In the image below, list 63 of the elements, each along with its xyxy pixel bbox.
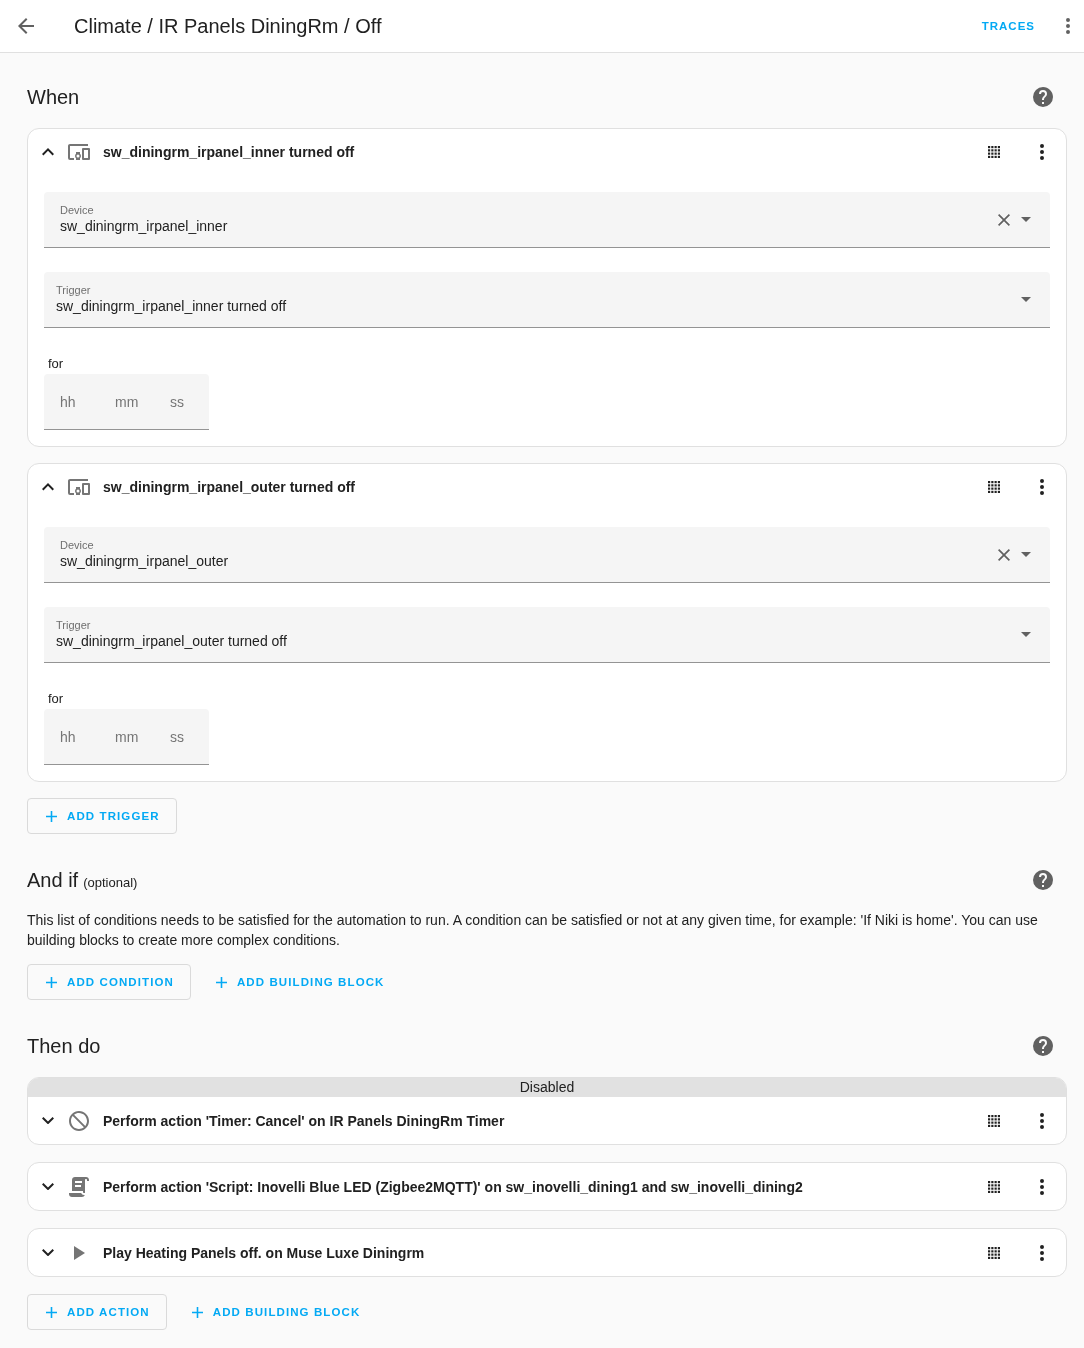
add-button[interactable]: ADD BUILDING BLOCK [196, 964, 402, 1000]
plus-icon [191, 1306, 203, 1318]
clear-icon[interactable] [998, 213, 1010, 226]
more-options-icon[interactable] [1040, 1244, 1044, 1261]
dropdown-caret-icon[interactable] [1021, 552, 1031, 557]
chevron-down-icon[interactable] [42, 1182, 54, 1191]
scroll-icon [69, 1176, 89, 1197]
minutes-field[interactable]: mm [115, 728, 153, 745]
add-button[interactable]: ADD ACTION [27, 1294, 167, 1330]
clear-icon[interactable] [998, 548, 1010, 561]
plus-icon [46, 976, 57, 988]
hours-field[interactable]: hh [60, 393, 98, 410]
seconds-field[interactable]: ss [170, 393, 208, 410]
seconds-field[interactable]: ss [170, 728, 208, 745]
drag-handle-icon[interactable] [988, 1180, 1000, 1193]
chevron-up-icon[interactable] [42, 483, 54, 491]
plus-icon [215, 976, 227, 988]
section-heading: When [27, 85, 80, 109]
device-field[interactable]: Device sw_diningrm_irpanel_inner [44, 192, 1050, 248]
device-field[interactable]: Device sw_diningrm_irpanel_outer [44, 527, 1050, 583]
trigger-select-field[interactable]: Trigger sw_diningrm_irpanel_outer turned off [44, 607, 1050, 663]
disabled-banner: Disabled [28, 1078, 1066, 1097]
section-heading: Then do [27, 1034, 101, 1058]
section-heading: And if [27, 868, 79, 892]
dropdown-caret-icon[interactable] [1021, 217, 1031, 222]
play-icon [73, 1245, 85, 1260]
hours-field[interactable]: hh [60, 728, 98, 745]
add-button[interactable]: ADD TRIGGER [27, 798, 177, 834]
add-button[interactable]: ADD BUILDING BLOCK [172, 1294, 378, 1330]
section-subtitle: (optional) [83, 874, 138, 890]
section-description: This list of conditions needs to be satisfied for the automation to run. A condition can be satisfied or not at any given time, for example: 'If Niki is home'. You can use building blocks to create more complex conditions. [27, 911, 1039, 950]
more-options-icon[interactable] [1040, 144, 1044, 160]
back-arrow-icon[interactable] [18, 18, 34, 34]
drag-handle-icon[interactable] [988, 146, 1000, 158]
action-title: Perform action 'Timer: Cancel' on IR Panels DiningRm Timer [103, 1112, 505, 1129]
trigger-title: sw_diningrm_irpanel_outer turned off [103, 479, 356, 495]
devices-icon [68, 479, 90, 495]
plus-icon [46, 1306, 57, 1318]
plus-icon [46, 810, 57, 822]
duration-label: for [48, 691, 64, 707]
more-options-icon[interactable] [1040, 1178, 1044, 1195]
help-icon[interactable] [1033, 87, 1053, 107]
dropdown-caret-icon[interactable] [1021, 632, 1031, 637]
dropdown-caret-icon[interactable] [1021, 297, 1031, 302]
chevron-down-icon[interactable] [42, 1248, 54, 1257]
trigger-title: sw_diningrm_irpanel_inner turned off [103, 144, 355, 160]
more-options-icon[interactable] [1040, 479, 1044, 495]
prohibited-icon [69, 1110, 89, 1131]
page-title: Climate / IR Panels DiningRm / Off [74, 14, 382, 38]
more-options-icon[interactable] [1066, 18, 1070, 34]
chevron-up-icon[interactable] [42, 148, 54, 156]
help-icon[interactable] [1033, 870, 1053, 890]
minutes-field[interactable]: mm [115, 393, 153, 410]
traces-button[interactable]: TRACES [973, 12, 1043, 40]
add-button[interactable]: ADD CONDITION [27, 964, 191, 1000]
help-icon[interactable] [1033, 1036, 1053, 1056]
drag-handle-icon[interactable] [988, 481, 1000, 493]
duration-label: for [48, 356, 64, 372]
trigger-select-field[interactable]: Trigger sw_diningrm_irpanel_inner turned off [44, 272, 1050, 328]
action-title: Perform action 'Script: Inovelli Blue LED (Zigbee2MQTT)' on sw_inovelli_dining1 and sw_inovelli_dining2 [103, 1178, 803, 1195]
devices-icon [68, 144, 90, 160]
drag-handle-icon[interactable] [988, 1246, 1000, 1259]
action-title: Play Heating Panels off. on Muse Luxe Diningrm [103, 1244, 425, 1261]
